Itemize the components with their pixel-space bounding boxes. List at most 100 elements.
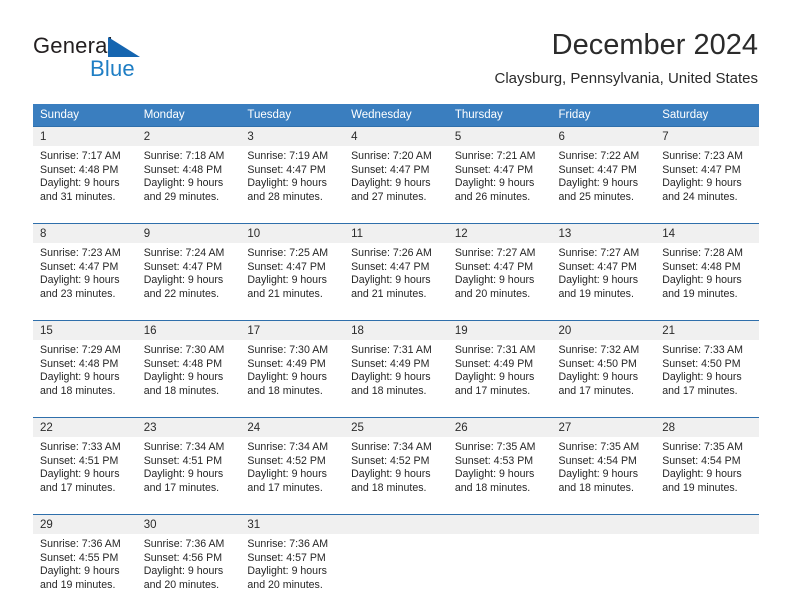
day-cell[interactable]: 2 Sunrise: 7:18 AM Sunset: 4:48 PM Daylight… [136, 126, 241, 216]
day-cell[interactable]: 26 Sunrise: 7:35 AM Sunset: 4:53 PM Dayligh… [447, 417, 552, 507]
sunset-text: Sunset: 4:48 PM [662, 260, 741, 273]
day-cell[interactable]: 7 Sunrise: 7:23 AM Sunset: 4:47 PM Daylight… [655, 126, 759, 216]
day-cell[interactable]: 24 Sunrise: 7:34 AM Sunset: 4:52 PM Dayligh… [240, 417, 345, 507]
calendar-cell: 17 Sunrise: 7:30 AM Sunset: 4:49 PM Dayligh… [240, 320, 345, 410]
day-cell[interactable]: 28 Sunrise: 7:35 AM Sunset: 4:54 PM Dayligh… [655, 417, 759, 507]
day-cell[interactable]: 21 Sunrise: 7:33 AM Sunset: 4:50 PM Dayligh… [655, 320, 759, 410]
day-cell[interactable]: 17 Sunrise: 7:30 AM Sunset: 4:49 PM Dayligh… [240, 320, 345, 410]
sunset-text: Sunset: 4:52 PM [247, 454, 326, 467]
day-info: Sunrise: 7:29 AM Sunset: 4:48 PM Daylight:… [33, 340, 137, 398]
day-cell[interactable]: 27 Sunrise: 7:35 AM Sunset: 4:54 PM Dayligh… [551, 417, 656, 507]
calendar-cell: 26 Sunrise: 7:35 AM Sunset: 4:53 PM Dayligh… [447, 417, 552, 507]
calendar-week-row: 29 Sunrise: 7:36 AM Sunset: 4:55 PM Dayligh… [33, 514, 759, 604]
day-cell[interactable]: 18 Sunrise: 7:31 AM Sunset: 4:49 PM Dayligh… [344, 320, 448, 410]
sunset-text: Sunset: 4:47 PM [247, 163, 326, 176]
day-info: Sunrise: 7:36 AM Sunset: 4:56 PM Daylight:… [137, 534, 241, 592]
day-number: 25 [344, 417, 448, 437]
calendar-cell: 11 Sunrise: 7:26 AM Sunset: 4:47 PM Dayligh… [344, 223, 448, 313]
daylight-text-line2: and 18 minutes. [143, 384, 220, 397]
day-info: Sunrise: 7:26 AM Sunset: 4:47 PM Daylight:… [344, 243, 448, 301]
daylight-text-line2: and 17 minutes. [40, 481, 116, 494]
day-cell[interactable]: 30 Sunrise: 7:36 AM Sunset: 4:56 PM Dayligh… [136, 514, 241, 604]
daylight-text-line1: Daylight: 9 hours [40, 565, 120, 578]
day-number: 3 [240, 126, 345, 146]
daylight-text-line2: and 17 minutes. [454, 384, 531, 397]
day-number: 14 [655, 223, 759, 243]
day-cell[interactable]: 25 Sunrise: 7:34 AM Sunset: 4:52 PM Dayligh… [344, 417, 448, 507]
day-cell[interactable]: 19 Sunrise: 7:31 AM Sunset: 4:49 PM Dayligh… [447, 320, 552, 410]
daylight-text-line2: and 20 minutes. [454, 287, 531, 300]
day-number: 6 [551, 126, 656, 146]
sunset-text: Sunset: 4:47 PM [351, 163, 430, 176]
day-cell[interactable]: 12 Sunrise: 7:27 AM Sunset: 4:47 PM Dayligh… [447, 223, 552, 313]
daylight-text-line2: and 18 minutes. [247, 384, 323, 397]
day-info: Sunrise: 7:31 AM Sunset: 4:49 PM Daylight:… [344, 340, 448, 398]
daylight-text-line1: Daylight: 9 hours [40, 177, 120, 190]
daylight-text-line2: and 28 minutes. [247, 190, 323, 203]
calendar-cell: 21 Sunrise: 7:33 AM Sunset: 4:50 PM Dayligh… [655, 320, 759, 410]
calendar-cell: 8 Sunrise: 7:23 AM Sunset: 4:47 PM Daylight… [33, 223, 137, 313]
day-cell[interactable]: 31 Sunrise: 7:36 AM Sunset: 4:57 PM Dayligh… [240, 514, 345, 604]
daylight-text-line1: Daylight: 9 hours [558, 177, 639, 190]
calendar-cell: 10 Sunrise: 7:25 AM Sunset: 4:47 PM Dayligh… [240, 223, 345, 313]
day-cell[interactable]: 3 Sunrise: 7:19 AM Sunset: 4:47 PM Daylight… [240, 126, 345, 216]
day-info: Sunrise: 7:35 AM Sunset: 4:54 PM Daylight:… [552, 437, 656, 495]
sunset-text: Sunset: 4:55 PM [40, 551, 119, 564]
sunset-text: Sunset: 4:48 PM [143, 163, 223, 176]
day-cell[interactable]: 10 Sunrise: 7:25 AM Sunset: 4:47 PM Dayligh… [240, 223, 345, 313]
title-block: December 2024 Claysburg, Pennsylvania, U… [495, 28, 758, 89]
day-cell-empty [655, 514, 759, 604]
triangle-icon [108, 37, 140, 57]
week-spacer [33, 313, 759, 320]
day-cell[interactable]: 11 Sunrise: 7:26 AM Sunset: 4:47 PM Dayligh… [344, 223, 448, 313]
day-info: Sunrise: 7:20 AM Sunset: 4:47 PM Daylight:… [344, 146, 448, 204]
day-cell[interactable]: 1 Sunrise: 7:17 AM Sunset: 4:48 PM Daylight… [33, 126, 137, 216]
sunrise-text: Sunrise: 7:23 AM [662, 150, 743, 162]
weekday-header-wednesday: Wednesday [344, 104, 448, 126]
calendar-cell: 4 Sunrise: 7:20 AM Sunset: 4:47 PM Daylight… [344, 126, 448, 216]
calendar-cell: 9 Sunrise: 7:24 AM Sunset: 4:47 PM Daylight… [136, 223, 241, 313]
calendar-cell: 14 Sunrise: 7:28 AM Sunset: 4:48 PM Dayligh… [655, 223, 759, 313]
week-spacer [33, 216, 759, 223]
daylight-text-line2: and 19 minutes. [662, 287, 738, 300]
daylight-text-line2: and 17 minutes. [143, 481, 220, 494]
day-number: 2 [136, 126, 241, 146]
day-cell[interactable]: 8 Sunrise: 7:23 AM Sunset: 4:47 PM Daylight… [33, 223, 137, 313]
week-spacer-cell [33, 313, 759, 320]
sunrise-text: Sunrise: 7:36 AM [143, 538, 225, 550]
calendar-cell: 29 Sunrise: 7:36 AM Sunset: 4:55 PM Dayligh… [33, 514, 137, 604]
day-info: Sunrise: 7:23 AM Sunset: 4:47 PM Daylight:… [33, 243, 137, 301]
day-number: 30 [136, 514, 241, 534]
sunset-text: Sunset: 4:49 PM [454, 357, 534, 370]
day-info: Sunrise: 7:30 AM Sunset: 4:48 PM Daylight:… [137, 340, 241, 398]
day-cell[interactable]: 13 Sunrise: 7:27 AM Sunset: 4:47 PM Dayligh… [551, 223, 656, 313]
sunrise-text: Sunrise: 7:21 AM [454, 150, 536, 162]
daylight-text-line2: and 17 minutes. [247, 481, 323, 494]
day-cell[interactable]: 15 Sunrise: 7:29 AM Sunset: 4:48 PM Dayligh… [33, 320, 137, 410]
sunrise-text: Sunrise: 7:25 AM [247, 247, 329, 259]
calendar-cell: 15 Sunrise: 7:29 AM Sunset: 4:48 PM Dayligh… [33, 320, 137, 410]
daylight-text-line1: Daylight: 9 hours [558, 468, 639, 481]
day-cell-empty [551, 514, 656, 604]
sunset-text: Sunset: 4:48 PM [143, 357, 223, 370]
calendar-cell: 25 Sunrise: 7:34 AM Sunset: 4:52 PM Dayligh… [344, 417, 448, 507]
day-cell[interactable]: 29 Sunrise: 7:36 AM Sunset: 4:55 PM Dayligh… [33, 514, 137, 604]
daylight-text-line2: and 18 minutes. [351, 384, 427, 397]
day-cell[interactable]: 14 Sunrise: 7:28 AM Sunset: 4:48 PM Dayligh… [655, 223, 759, 313]
day-cell[interactable]: 9 Sunrise: 7:24 AM Sunset: 4:47 PM Daylight… [136, 223, 241, 313]
day-cell[interactable]: 20 Sunrise: 7:32 AM Sunset: 4:50 PM Dayligh… [551, 320, 656, 410]
day-number: 10 [240, 223, 345, 243]
day-cell[interactable]: 23 Sunrise: 7:34 AM Sunset: 4:51 PM Dayligh… [136, 417, 241, 507]
day-cell[interactable]: 22 Sunrise: 7:33 AM Sunset: 4:51 PM Dayligh… [33, 417, 137, 507]
day-cell[interactable]: 16 Sunrise: 7:30 AM Sunset: 4:48 PM Dayligh… [136, 320, 241, 410]
daylight-text-line2: and 20 minutes. [247, 578, 323, 591]
day-cell[interactable]: 5 Sunrise: 7:21 AM Sunset: 4:47 PM Daylight… [447, 126, 552, 216]
day-cell[interactable]: 6 Sunrise: 7:22 AM Sunset: 4:47 PM Daylight… [551, 126, 656, 216]
daylight-text-line2: and 18 minutes. [40, 384, 116, 397]
sunset-text: Sunset: 4:47 PM [143, 260, 223, 273]
day-cell[interactable]: 4 Sunrise: 7:20 AM Sunset: 4:47 PM Daylight… [344, 126, 448, 216]
calendar-table: Sunday Monday Tuesday Wednesday Thursday… [33, 104, 759, 604]
day-info: Sunrise: 7:32 AM Sunset: 4:50 PM Daylight:… [552, 340, 656, 398]
sunrise-text: Sunrise: 7:33 AM [662, 344, 743, 356]
sunrise-text: Sunrise: 7:17 AM [40, 150, 121, 162]
